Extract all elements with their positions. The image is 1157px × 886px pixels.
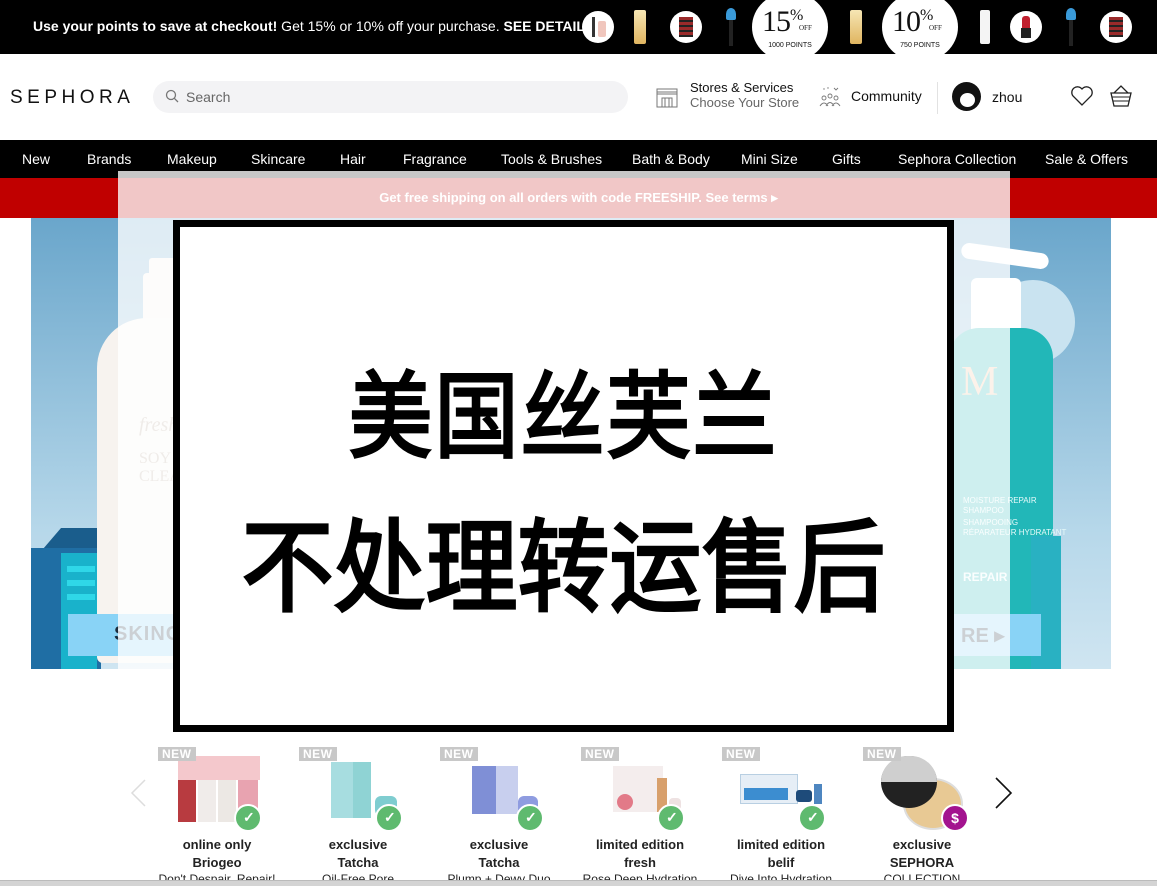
tower-stripe	[67, 580, 95, 586]
clean-at-sephora-badge	[516, 804, 544, 832]
cream-tube-icon	[980, 10, 990, 44]
nav-item-fragrance[interactable]: Fragrance	[403, 151, 467, 167]
chevron-left-icon[interactable]	[128, 778, 148, 808]
new-badge: NEW	[299, 747, 337, 761]
product-card[interactable]: NEW limited edition fresh Rose Deep Hydr…	[581, 746, 721, 886]
product-brand: fresh	[624, 855, 656, 870]
new-arrivals-carousel: NEW online only Briogeo Don't Despair, R…	[0, 740, 1157, 886]
search-input[interactable]	[186, 81, 606, 113]
offer-points: 750 POINTS	[900, 42, 940, 49]
product-tag: exclusive	[892, 837, 952, 852]
store-icon	[656, 88, 678, 108]
offer-off-label: OFF	[929, 24, 942, 32]
nav-item-hair[interactable]: Hair	[340, 151, 366, 167]
product-brand: Briogeo	[192, 855, 242, 870]
chevron-right-icon[interactable]	[992, 776, 1014, 810]
notice-line-2: 不处理转运售后	[241, 509, 886, 628]
nav-item-sephora-collection[interactable]: Sephora Collection	[898, 151, 1016, 167]
offer-percent: 15%	[762, 5, 803, 38]
product-card[interactable]: NEW exclusive Tatcha Plump + Dewy Duo	[440, 746, 580, 886]
product-tag: limited edition	[595, 837, 685, 852]
choose-store-label: Choose Your Store	[690, 95, 800, 110]
nav-item-tools-brushes[interactable]: Tools & Brushes	[501, 151, 602, 167]
promo-message[interactable]: Use your points to save at checkout! Get…	[33, 18, 605, 35]
nav-item-sale-offers[interactable]: Sale & Offers	[1045, 151, 1128, 167]
makeup-brush-icon	[1066, 8, 1076, 46]
product-tag: online only	[182, 837, 252, 852]
makeup-brush-icon	[726, 8, 736, 46]
mascara-icon	[582, 11, 614, 43]
nav-item-brands[interactable]: Brands	[87, 151, 131, 167]
value-dollar-badge: $	[941, 804, 969, 832]
product-brand: Tatcha	[337, 855, 379, 870]
product-brand: SEPHORA	[889, 855, 955, 870]
offer-15-percent-badge: 15% OFF 1000 POINTS	[752, 0, 828, 62]
product-card[interactable]: NEW exclusive Tatcha Oil-Free Pore	[299, 746, 439, 886]
community-label: Community	[851, 88, 922, 104]
stores-title: Stores & Services	[690, 80, 794, 95]
foundation-bottle-icon	[634, 10, 646, 44]
offer-off-label: OFF	[799, 24, 812, 32]
search-bar[interactable]	[153, 81, 628, 113]
offer-points: 1000 POINTS	[768, 42, 812, 49]
watermark-notice: 美国丝芙兰 不处理转运售后	[173, 220, 954, 732]
foundation-bottle-icon	[850, 10, 862, 44]
new-badge: NEW	[158, 747, 196, 761]
basket-icon[interactable]	[1110, 83, 1132, 108]
search-icon	[165, 89, 179, 103]
striped-bottle-icon	[1100, 11, 1132, 43]
user-name: zhou	[992, 89, 1023, 105]
clean-at-sephora-badge	[234, 804, 262, 832]
header-divider	[937, 82, 938, 114]
offer-percent: 10%	[892, 5, 933, 38]
community-icon	[819, 87, 841, 107]
sephora-logo[interactable]: SEPHORA	[10, 87, 134, 109]
clean-at-sephora-badge	[798, 804, 826, 832]
striped-bottle-icon	[670, 11, 702, 43]
new-badge: NEW	[863, 747, 901, 761]
lipstick-icon	[1010, 11, 1042, 43]
clean-at-sephora-badge	[657, 804, 685, 832]
product-brand: Tatcha	[478, 855, 520, 870]
product-card[interactable]: NEW limited edition belif Dive Into Hydr…	[722, 746, 862, 886]
promo-bold-text: Use your points to save at checkout!	[33, 18, 278, 34]
product-tag: exclusive	[469, 837, 529, 852]
tower-stripe	[67, 594, 95, 600]
offer-10-percent-badge: 10% OFF 750 POINTS	[882, 0, 958, 62]
nav-item-gifts[interactable]: Gifts	[832, 151, 861, 167]
sephora-homepage: Use your points to save at checkout! Get…	[0, 0, 1157, 886]
nav-item-new[interactable]: New	[22, 151, 50, 167]
nav-item-makeup[interactable]: Makeup	[167, 151, 217, 167]
product-tag: limited edition	[736, 837, 826, 852]
new-badge: NEW	[440, 747, 478, 761]
horizontal-scrollbar[interactable]	[0, 880, 1157, 886]
clean-at-sephora-badge	[375, 804, 403, 832]
points-promo-bar[interactable]: Use your points to save at checkout! Get…	[0, 0, 1157, 62]
new-badge: NEW	[722, 747, 760, 761]
promo-product-strip: 15% OFF 1000 POINTS 10% OFF 750 POINTS	[580, 0, 1140, 62]
nav-item-bath-body[interactable]: Bath & Body	[632, 151, 710, 167]
product-card[interactable]: NEW $ exclusive SEPHORA COLLECTION	[863, 746, 1003, 886]
notice-line-1: 美国丝芙兰	[348, 361, 779, 472]
heart-icon[interactable]	[1070, 85, 1094, 107]
nav-item-mini-size[interactable]: Mini Size	[741, 151, 798, 167]
site-header: SEPHORA Stores & Services Choose Your St…	[0, 54, 1157, 140]
new-badge: NEW	[581, 747, 619, 761]
product-tag: exclusive	[328, 837, 388, 852]
nav-item-skincare[interactable]: Skincare	[251, 151, 305, 167]
avatar	[952, 82, 981, 111]
product-card[interactable]: NEW online only Briogeo Don't Despair, R…	[158, 746, 298, 886]
promo-text: Get 15% or 10% off your purchase.	[277, 18, 504, 34]
product-brand: belif	[767, 855, 795, 870]
tower-stripe	[67, 566, 95, 572]
